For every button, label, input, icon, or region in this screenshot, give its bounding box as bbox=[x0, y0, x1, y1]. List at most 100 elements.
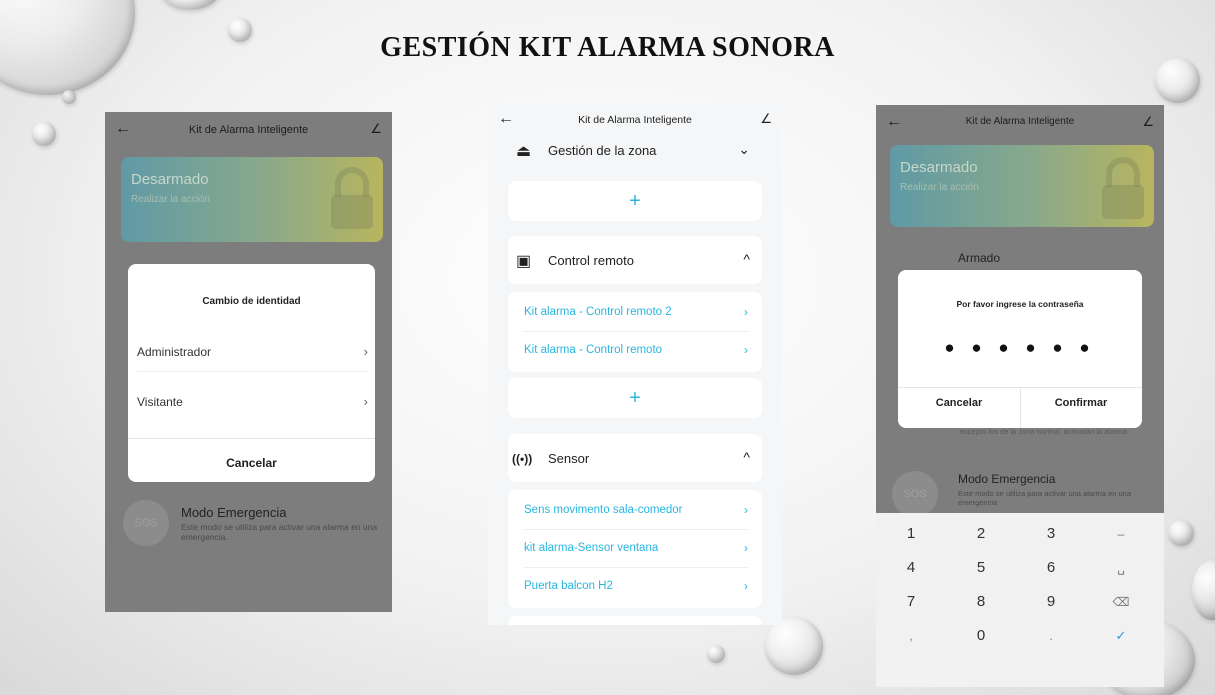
lock-body bbox=[1102, 185, 1144, 219]
password-dialog: Por favor ingrese la contraseña ● ● ● ● … bbox=[898, 270, 1142, 428]
dialog-title: Por favor ingrese la contraseña bbox=[956, 299, 1084, 309]
lock-icon bbox=[335, 167, 369, 197]
confirm-button[interactable]: Confirmar bbox=[1020, 397, 1142, 409]
key-space[interactable]: ␣ bbox=[1088, 553, 1154, 583]
item-label: kit alarma-Sensor ventana bbox=[524, 542, 659, 554]
key-period[interactable]: . bbox=[1018, 621, 1084, 651]
key-3[interactable]: 3 bbox=[1018, 519, 1084, 549]
add-zone-button[interactable]: + bbox=[508, 181, 762, 221]
app-header: ← Kit de Alarma Inteligente ∠ bbox=[488, 104, 782, 136]
status-state: Desarmado bbox=[131, 171, 209, 188]
chevron-right-icon: › bbox=[744, 541, 748, 555]
key-5[interactable]: 5 bbox=[948, 553, 1014, 583]
option-visitante[interactable]: Visitante › bbox=[137, 382, 368, 422]
key-comma[interactable]: , bbox=[878, 621, 944, 651]
section-zone-header[interactable]: ⏏ Gestión de la zona ⌄ bbox=[508, 137, 754, 167]
sensor-list: Sens movimento sala-comedor › kit alarma… bbox=[508, 490, 762, 608]
app-header: ← Kit de Alarma Inteligente ∠ bbox=[876, 105, 1164, 141]
chevron-down-icon: ⌄ bbox=[738, 141, 750, 157]
header-title: Kit de Alarma Inteligente bbox=[578, 114, 692, 126]
status-state: Desarmado bbox=[900, 159, 978, 176]
option-label: Administrador bbox=[137, 345, 212, 359]
sos-icon[interactable]: SOS bbox=[123, 500, 169, 546]
emergency-mode-desc: Este modo se utiliza para activar una al… bbox=[958, 489, 1132, 507]
cancel-button[interactable]: Cancelar bbox=[898, 397, 1020, 409]
option-label: Visitante bbox=[137, 395, 183, 409]
chevron-up-icon: ^ bbox=[743, 251, 750, 267]
chevron-right-icon: › bbox=[744, 503, 748, 517]
divider bbox=[128, 438, 375, 439]
decorative-bubble bbox=[765, 617, 823, 675]
emergency-mode-title: Modo Emergencia bbox=[181, 505, 287, 520]
header-title: Kit de Alarma Inteligente bbox=[188, 124, 309, 136]
section-label: Control remoto bbox=[548, 253, 634, 268]
armado-label: Armado bbox=[958, 251, 1001, 265]
section-remote-header[interactable]: ▣ Control remoto ^ bbox=[508, 247, 754, 277]
chevron-right-icon: › bbox=[744, 305, 748, 319]
remote-icon: ▣ bbox=[516, 253, 532, 270]
item-label: Kit alarma - Control remoto 2 bbox=[524, 306, 672, 318]
chevron-right-icon: › bbox=[363, 344, 368, 359]
option-administrador[interactable]: Administrador › bbox=[137, 332, 368, 372]
key-0[interactable]: 0 bbox=[948, 621, 1014, 651]
decorative-bubble bbox=[1168, 520, 1194, 546]
key-done[interactable]: ✓ bbox=[1088, 621, 1154, 651]
item-label: Puerta balcon H2 bbox=[524, 580, 613, 592]
emergency-mode-desc: Este modo se utiliza para activar una al… bbox=[181, 522, 378, 542]
header-title: Kit de Alarma Inteligente bbox=[965, 116, 1075, 127]
status-action: Realizar la acción bbox=[900, 182, 979, 193]
chevron-right-icon: › bbox=[744, 343, 748, 357]
numeric-keypad: 1 2 3 – 4 5 6 ␣ 7 8 9 ⌫ , 0 . ✓ bbox=[876, 513, 1164, 687]
decorative-bubble bbox=[160, 0, 220, 10]
key-minus[interactable]: – bbox=[1088, 519, 1154, 549]
decorative-bubble bbox=[1155, 58, 1200, 103]
sensor-item[interactable]: kit alarma-Sensor ventana › bbox=[524, 530, 748, 568]
remote-item[interactable]: Kit alarma - Control remoto 2 › bbox=[524, 294, 748, 332]
alarm-icon: ⏏ bbox=[516, 143, 532, 160]
emergency-mode-title: Modo Emergencia bbox=[958, 472, 1056, 486]
sos-icon[interactable]: SOS bbox=[892, 471, 938, 517]
key-backspace[interactable]: ⌫ bbox=[1088, 587, 1154, 617]
status-card[interactable]: Desarmado Realizar la acción bbox=[890, 145, 1154, 227]
chevron-right-icon: › bbox=[363, 394, 368, 409]
phone-screen-devices: ← Kit de Alarma Inteligente ∠ ⏏ Gestión … bbox=[488, 104, 782, 625]
key-1[interactable]: 1 bbox=[878, 519, 944, 549]
sensor-icon: ((•)) bbox=[512, 452, 533, 466]
chevron-right-icon: › bbox=[744, 579, 748, 593]
next-card bbox=[508, 616, 762, 625]
key-8[interactable]: 8 bbox=[948, 587, 1014, 617]
key-2[interactable]: 2 bbox=[948, 519, 1014, 549]
mode-desc: excepto los de la zona normal, activarán… bbox=[960, 427, 1128, 436]
item-label: Sens movimento sala-comedor bbox=[524, 504, 683, 516]
remote-item[interactable]: Kit alarma - Control remoto › bbox=[524, 332, 748, 370]
decorative-bubble bbox=[32, 122, 56, 146]
chevron-up-icon: ^ bbox=[743, 449, 750, 465]
edit-icon[interactable]: ∠ bbox=[760, 111, 772, 127]
key-4[interactable]: 4 bbox=[878, 553, 944, 583]
decorative-bubble bbox=[1192, 560, 1215, 620]
password-field[interactable]: ● ● ● ● ● ● bbox=[898, 338, 1142, 358]
sheet-title: Cambio de identidad bbox=[202, 296, 301, 307]
section-label: Sensor bbox=[548, 451, 590, 466]
cancel-button[interactable]: Cancelar bbox=[128, 448, 375, 478]
phone-screen-password: ← Kit de Alarma Inteligente ∠ Desarmado … bbox=[876, 105, 1164, 687]
decorative-bubble bbox=[707, 645, 725, 663]
slide-title: GESTIÓN KIT ALARMA SONORA bbox=[380, 32, 835, 63]
remote-list: Kit alarma - Control remoto 2 › Kit alar… bbox=[508, 292, 762, 372]
edit-icon[interactable]: ∠ bbox=[1142, 114, 1154, 130]
app-header: ← Kit de Alarma Inteligente ∠ bbox=[105, 112, 392, 148]
status-card[interactable]: Desarmado Realizar la acción bbox=[121, 157, 383, 242]
key-9[interactable]: 9 bbox=[1018, 587, 1084, 617]
key-6[interactable]: 6 bbox=[1018, 553, 1084, 583]
lock-body bbox=[331, 195, 373, 229]
phone-screen-identity: ← Kit de Alarma Inteligente ∠ Desarmado … bbox=[105, 112, 392, 612]
lock-icon bbox=[1106, 157, 1140, 187]
key-7[interactable]: 7 bbox=[878, 587, 944, 617]
section-sensor-header[interactable]: ((•)) Sensor ^ bbox=[508, 445, 754, 475]
sensor-item[interactable]: Sens movimento sala-comedor › bbox=[524, 492, 748, 530]
item-label: Kit alarma - Control remoto bbox=[524, 344, 663, 356]
edit-icon[interactable]: ∠ bbox=[370, 121, 382, 137]
status-action: Realizar la acción bbox=[131, 194, 210, 205]
add-remote-button[interactable]: + bbox=[508, 378, 762, 418]
sensor-item[interactable]: Puerta balcon H2 › bbox=[524, 568, 748, 606]
